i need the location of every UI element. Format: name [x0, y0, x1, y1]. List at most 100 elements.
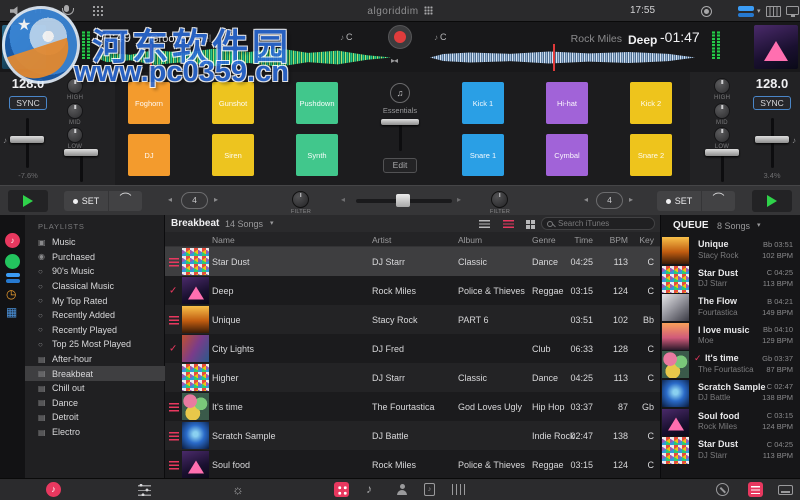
- fx-essentials-icon[interactable]: ♫: [390, 83, 410, 103]
- deck-right-play-button[interactable]: [752, 190, 792, 212]
- sidebar-item-90-s-music[interactable]: ○ 90's Music: [25, 264, 165, 279]
- deck-left-sync-button[interactable]: SYNC: [9, 96, 47, 110]
- deck-right-waveform[interactable]: [430, 51, 695, 64]
- grid-view-icon[interactable]: [526, 220, 530, 224]
- sidebar-item-electro[interactable]: ▤ Electro: [25, 425, 165, 440]
- table-row[interactable]: Higher DJ Starr Classic Dance 04:25 113 C: [165, 363, 660, 392]
- deck-right-filter-knob[interactable]: [491, 191, 508, 208]
- queue-item[interactable]: Star Dust DJ Starr C 04:25 113 BPM: [661, 265, 800, 294]
- pad-snare-2[interactable]: Snare 2: [630, 134, 672, 176]
- deck-right-volume-fader[interactable]: [705, 149, 739, 156]
- record-button[interactable]: [388, 25, 412, 49]
- deck-left-eq-high-knob[interactable]: [67, 78, 83, 94]
- table-row[interactable]: Soul food Rock Miles Police & Thieves Regga…: [165, 450, 660, 478]
- pad-gunshot[interactable]: Gunshot: [212, 82, 254, 124]
- deck-right-loop-decrease-icon[interactable]: ◂: [584, 195, 588, 204]
- pad-hi-hat[interactable]: Hi-hat: [546, 82, 588, 124]
- library-source-icon[interactable]: [6, 273, 20, 283]
- table-row[interactable]: ✓ City Lights DJ Fred Club 06:33 128 C: [165, 334, 660, 363]
- sidebar-item-recently-played[interactable]: ○ Recently Played: [25, 323, 165, 338]
- queue-item[interactable]: I love music Moe Bb 04:10 129 BPM: [661, 322, 800, 351]
- table-row[interactable]: ✓ Deep Rock Miles Police & Thieves Reggae 03:…: [165, 276, 660, 305]
- queue-toggle-icon[interactable]: [748, 482, 763, 497]
- pad-siren[interactable]: Siren: [212, 134, 254, 176]
- jukebox-icon[interactable]: ♪: [424, 483, 435, 496]
- column-artist[interactable]: Artist: [372, 235, 391, 245]
- caret-down-icon[interactable]: ▾: [270, 219, 274, 227]
- search-box[interactable]: [541, 217, 655, 230]
- display-icon[interactable]: [786, 6, 799, 17]
- sidebar-item-purchased[interactable]: ◉ Purchased: [25, 250, 165, 265]
- deck-left-loop-button[interactable]: 4: [181, 192, 208, 209]
- deck-left-tempo-slider[interactable]: [10, 136, 44, 143]
- deck-left-pitch-bend-button[interactable]: ⌒: [109, 191, 142, 211]
- sidebar-item-music[interactable]: ▣ Music: [25, 235, 165, 250]
- deck-left-filter-knob[interactable]: [292, 191, 309, 208]
- deck-left-loop-increase-icon[interactable]: ▸: [214, 195, 218, 204]
- caret-down-icon[interactable]: ▾: [757, 221, 761, 229]
- pad-synth[interactable]: Synth: [296, 134, 338, 176]
- column-name[interactable]: Name: [212, 235, 235, 245]
- deck-right-eq-low-knob[interactable]: [714, 127, 730, 143]
- deck-left-loop-decrease-icon[interactable]: ◂: [168, 195, 172, 204]
- brightness-icon[interactable]: ☼: [232, 482, 244, 497]
- deck-left-eq-low-knob[interactable]: [67, 127, 83, 143]
- fx-slider-handle[interactable]: [381, 119, 419, 125]
- deck-right-pitch-bend-button[interactable]: ⌒: [702, 191, 735, 211]
- decks-view-icon[interactable]: [738, 6, 754, 17]
- pad-snare-1[interactable]: Snare 1: [462, 134, 504, 176]
- sidebar-item-dance[interactable]: ▤ Dance: [25, 396, 165, 411]
- deck-right-eq-high-knob[interactable]: [714, 78, 730, 94]
- sidebar-item-classical-music[interactable]: ○ Classical Music: [25, 279, 165, 294]
- sidebar-item-after-hour[interactable]: ▤ After-hour: [25, 352, 165, 367]
- deck-right-loop-button[interactable]: 4: [596, 192, 623, 209]
- automix-compass-icon[interactable]: [716, 483, 729, 496]
- record-menu-icon[interactable]: [701, 6, 712, 17]
- pad-kick-1[interactable]: Kick 1: [462, 82, 504, 124]
- queue-item[interactable]: ✓ It's time The Fourtastica Gb 03:37 87 BPM: [661, 350, 800, 379]
- queue-item[interactable]: Soul food Rock Miles C 03:15 124 BPM: [661, 408, 800, 437]
- deck-left-set-cue-button[interactable]: SET: [64, 191, 108, 211]
- sidebar-item-detroit[interactable]: ▤ Detroit: [25, 410, 165, 425]
- tuning-forks-icon[interactable]: [452, 484, 465, 495]
- queue-item[interactable]: The Flow Fourtastica B 04:21 149 BPM: [661, 293, 800, 322]
- history-clock-icon[interactable]: ◷: [6, 287, 16, 301]
- sampler-icon[interactable]: [334, 482, 349, 497]
- sidebar-item-chill-out[interactable]: ▤ Chill out: [25, 381, 165, 396]
- keyboard-drawer-icon[interactable]: [778, 485, 793, 495]
- list-view-icon[interactable]: [479, 220, 490, 228]
- pad-foghorn[interactable]: Foghorn: [128, 82, 170, 124]
- deck-right-eq-mid-knob[interactable]: [714, 103, 730, 119]
- search-input[interactable]: [556, 218, 646, 229]
- library-title[interactable]: Breakbeat: [171, 218, 219, 229]
- deck-right-sync-button[interactable]: SYNC: [753, 96, 791, 110]
- column-album[interactable]: Album: [458, 235, 482, 245]
- queue-item[interactable]: Scratch Sample DJ Battle C 02:47 138 BPM: [661, 379, 800, 408]
- deck-left-eq-mid-knob[interactable]: [67, 103, 83, 119]
- table-row[interactable]: Scratch Sample DJ Battle Indie Rock 02:47 13…: [165, 421, 660, 450]
- sidebar-item-breakbeat[interactable]: ▤ Breakbeat: [25, 366, 165, 381]
- fx-edit-button[interactable]: Edit: [383, 158, 417, 173]
- pad-dj[interactable]: DJ: [128, 134, 170, 176]
- column-bpm[interactable]: BPM: [600, 235, 628, 245]
- deck-right-loop-increase-icon[interactable]: ▸: [629, 195, 633, 204]
- table-row[interactable]: It's time The Fourtastica God Loves Ugly Hi…: [165, 392, 660, 421]
- deck-right-tempo-slider[interactable]: [755, 136, 789, 143]
- itunes-source-icon[interactable]: ♪: [5, 233, 20, 248]
- sidebar-item-recently-added[interactable]: ○ Recently Added: [25, 308, 165, 323]
- mixer-sliders-icon[interactable]: [138, 484, 151, 496]
- column-time[interactable]: Time: [555, 235, 593, 245]
- vocalist-icon[interactable]: [396, 484, 408, 495]
- table-row[interactable]: Unique Stacy Rock PART 6 03:51 102 Bb: [165, 305, 660, 334]
- piano-keyboard-icon[interactable]: [766, 6, 781, 17]
- pad-pushdown[interactable]: Pushdown: [296, 82, 338, 124]
- table-row[interactable]: Star Dust DJ Starr Classic Dance 04:25 113 C: [165, 247, 660, 276]
- music-note-icon[interactable]: ♪: [366, 482, 372, 496]
- crossfader-handle[interactable]: [396, 194, 410, 207]
- playlist-view-icon[interactable]: [503, 220, 514, 228]
- column-key[interactable]: Key: [630, 235, 654, 245]
- queue-item[interactable]: Unique Stacy Rock Bb 03:51 102 BPM: [661, 236, 800, 265]
- spotify-source-icon[interactable]: [5, 254, 20, 269]
- itunes-icon[interactable]: ♪: [46, 482, 61, 497]
- pad-cymbal[interactable]: Cymbal: [546, 134, 588, 176]
